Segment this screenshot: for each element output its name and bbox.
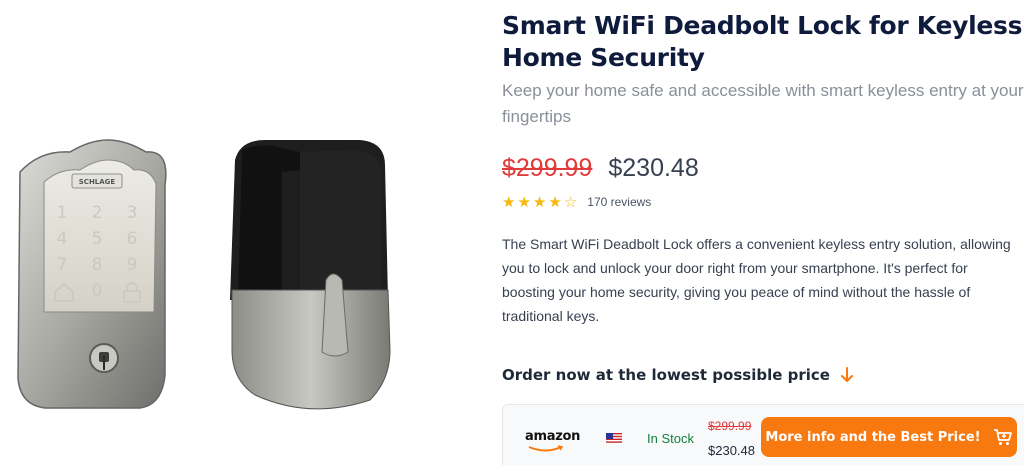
star-filled-icon: ★ bbox=[517, 193, 531, 211]
product-title: Smart WiFi Deadbolt Lock for Keyless Hom… bbox=[502, 11, 1023, 72]
offer-old-price: $299.99 bbox=[708, 419, 752, 433]
new-price: $230.48 bbox=[608, 153, 699, 182]
store-logo[interactable]: amazon bbox=[525, 429, 580, 444]
star-empty-icon: ☆ bbox=[563, 193, 578, 211]
us-flag-icon bbox=[606, 433, 622, 444]
stock-status: In Stock bbox=[647, 431, 694, 446]
offer-card: amazon In Stock $299.99 $230.48 More inf… bbox=[502, 404, 1024, 465]
price-row: $299.99 $230.48 bbox=[502, 152, 1024, 184]
offer-new-price: $230.48 bbox=[708, 443, 755, 458]
amazon-smile-icon bbox=[528, 445, 564, 452]
star-rating: ★ ★ ★ ★ ☆ bbox=[502, 195, 577, 210]
arrow-down-icon bbox=[840, 367, 853, 382]
keypad-key-0: 0 bbox=[92, 281, 103, 301]
order-heading-row: Order now at the lowest possible price bbox=[502, 366, 854, 384]
star-filled-icon: ★ bbox=[532, 193, 547, 211]
keypad-key-5: 5 bbox=[92, 229, 103, 249]
keypad-key-9: 9 bbox=[127, 255, 138, 275]
thumb-turn-lock-back bbox=[230, 140, 391, 410]
review-count[interactable]: 170 reviews bbox=[587, 195, 651, 209]
product-subtitle: Keep your home safe and accessible with … bbox=[502, 81, 1024, 126]
star-filled-icon: ★ bbox=[502, 193, 516, 211]
rating-row: ★ ★ ★ ★ ☆ 170 reviews bbox=[502, 192, 1024, 212]
old-price: $299.99 bbox=[502, 153, 593, 182]
product-image: SCHLAGE 1 2 3 4 5 6 7 8 9 0 bbox=[0, 0, 480, 465]
keypad-key-4: 4 bbox=[57, 229, 68, 249]
keypad-key-7: 7 bbox=[57, 255, 68, 275]
keypad-key-6: 6 bbox=[127, 229, 138, 249]
product-info: Smart WiFi Deadbolt Lock for Keyless Hom… bbox=[502, 10, 1024, 328]
star-filled-icon: ★ bbox=[548, 193, 562, 211]
brand-badge: SCHLAGE bbox=[79, 178, 116, 186]
keypad-lock-front: SCHLAGE 1 2 3 4 5 6 7 8 9 0 bbox=[17, 139, 167, 409]
keypad-key-3: 3 bbox=[127, 203, 138, 223]
keypad-key-2: 2 bbox=[92, 203, 103, 223]
cart-icon bbox=[993, 429, 1012, 445]
keypad-key-1: 1 bbox=[57, 203, 68, 223]
order-heading: Order now at the lowest possible price bbox=[502, 366, 830, 384]
product-description: The Smart WiFi Deadbolt Lock offers a co… bbox=[502, 236, 1011, 324]
keypad-key-8: 8 bbox=[92, 255, 103, 275]
best-price-button-label: More info and the Best Price! bbox=[765, 429, 981, 445]
best-price-button[interactable]: More info and the Best Price! bbox=[761, 417, 1017, 457]
